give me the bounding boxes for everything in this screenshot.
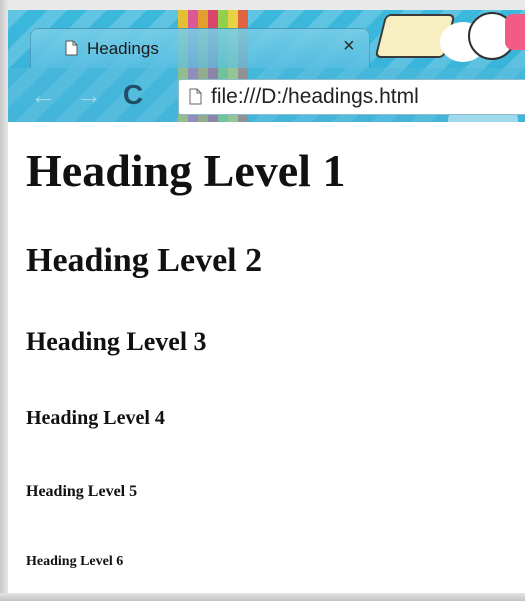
heading-level-5: Heading Level 5 [26,483,138,500]
browser-toolbar: ← → C file:///D:/headings.html [8,68,525,122]
heading-level-4: Heading Level 4 [26,407,165,429]
page-content: Heading Level 1 Heading Level 2 Heading … [8,122,525,593]
heading-level-6: Heading Level 6 [26,554,124,569]
window-frame-bottom [0,593,525,601]
heading-level-3: Heading Level 3 [26,327,207,356]
window-frame-left [0,0,8,601]
close-icon[interactable]: × [343,36,355,56]
reload-button[interactable]: C [116,68,150,122]
address-bar[interactable]: file:///D:/headings.html [178,79,525,115]
window-frame-top [0,0,525,10]
page-icon [65,40,78,56]
forward-button[interactable]: → [74,68,104,122]
tab-headings[interactable]: Headings × [30,28,370,68]
back-button[interactable]: ← [28,68,58,122]
heading-level-1: Heading Level 1 [26,145,346,196]
browser-chrome: Headings × ← → C file:///D:/headings.htm… [8,10,525,122]
heading-level-2: Heading Level 2 [26,242,263,279]
page-icon [189,88,202,105]
address-text[interactable]: file:///D:/headings.html [211,85,419,109]
theme-pink-decoration [505,14,525,50]
tab-title: Headings [87,39,159,58]
